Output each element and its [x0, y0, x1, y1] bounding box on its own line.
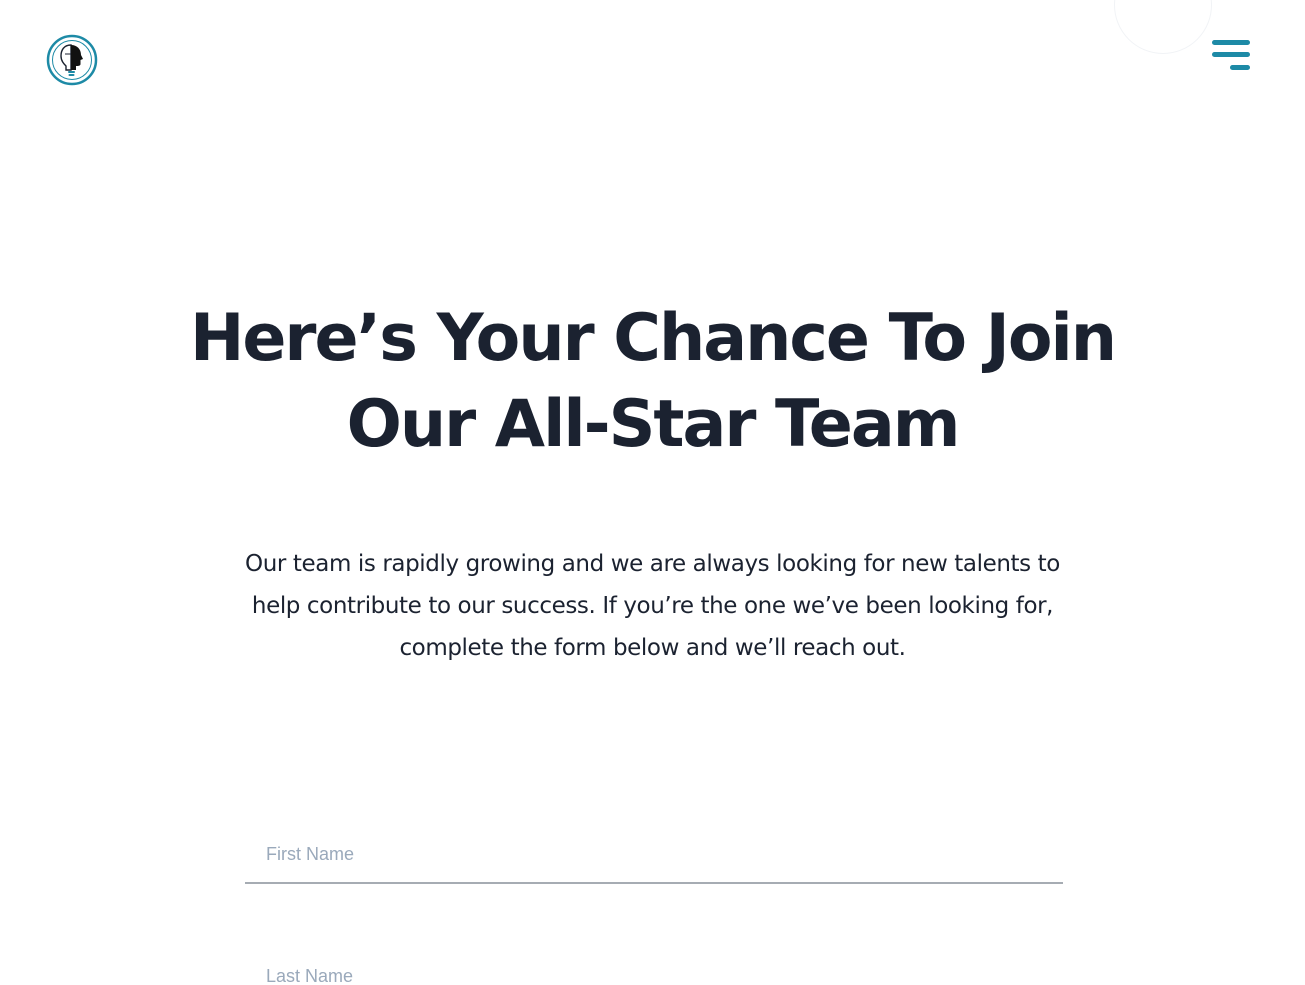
page-title-line-2: Our All-Star Team [346, 387, 961, 462]
decorative-circle [1114, 0, 1212, 54]
head-profile-logo-icon [46, 34, 98, 86]
last-name-input[interactable] [245, 948, 1063, 985]
menu-button[interactable] [1210, 38, 1252, 74]
intro-line-1: Our team is rapidly growing and we are a… [245, 551, 1060, 577]
first-name-input[interactable] [245, 826, 1063, 882]
first-name-field [245, 826, 1063, 884]
last-name-field [245, 948, 1063, 985]
intro-paragraph: Our team is rapidly growing and we are a… [180, 543, 1125, 669]
intro-line-3: complete the form below and we’ll reach … [399, 635, 906, 661]
page-title-line-1: Here’s Your Chance To Join [189, 301, 1117, 376]
intro-line-2: help contribute to our success. If you’r… [251, 593, 1054, 619]
site-logo[interactable] [46, 34, 98, 86]
page-title: Here’s Your Chance To Join Our All-Star … [100, 296, 1205, 468]
